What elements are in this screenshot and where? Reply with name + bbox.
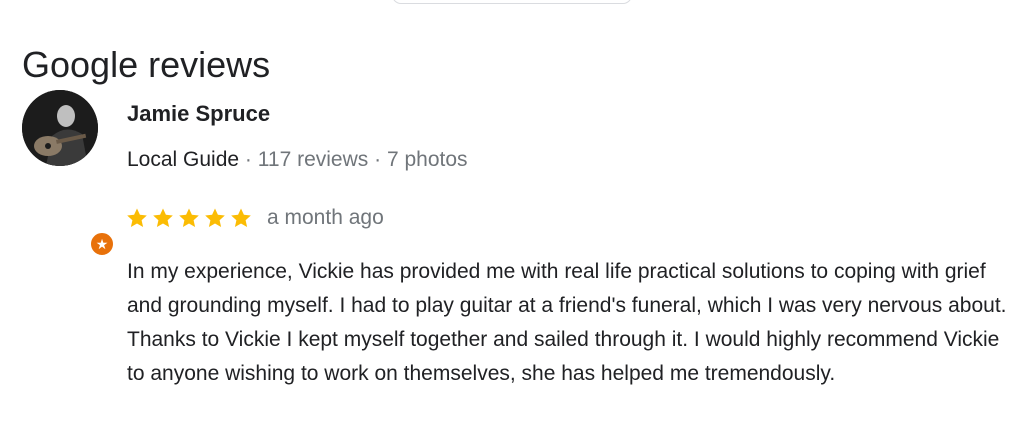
review-date: a month ago (267, 206, 384, 229)
meta-separator: · (244, 148, 252, 171)
guitar-player-photo-icon (22, 90, 98, 166)
star-icon (127, 208, 147, 227)
local-guide-label: Local Guide (127, 148, 240, 171)
reviewer-name[interactable]: Jamie Spruce (127, 100, 270, 128)
local-guide-star-icon: ★ (88, 230, 116, 258)
rating-row: a month ago (125, 203, 384, 233)
star-icon (231, 208, 251, 227)
star-icon (153, 208, 173, 227)
reviewer-avatar[interactable]: ★ (22, 90, 116, 258)
star-icon (179, 208, 199, 227)
drag-handle[interactable] (392, 0, 632, 4)
star-rating (125, 206, 253, 230)
section-title: Google reviews (22, 44, 271, 85)
meta-separator: · (374, 148, 382, 171)
reviews-page: Google reviews ★ Jamie Spruce Local Guid… (0, 0, 1025, 446)
review-text: In my experience, Vickie has provided me… (127, 260, 1007, 385)
reviews-count: 117 reviews (257, 148, 369, 171)
star-icon (205, 208, 225, 227)
photos-count: 7 photos (386, 148, 468, 171)
avatar-photo (22, 90, 98, 166)
reviewer-meta[interactable]: Local Guide · 117 reviews · 7 photos (127, 146, 468, 174)
